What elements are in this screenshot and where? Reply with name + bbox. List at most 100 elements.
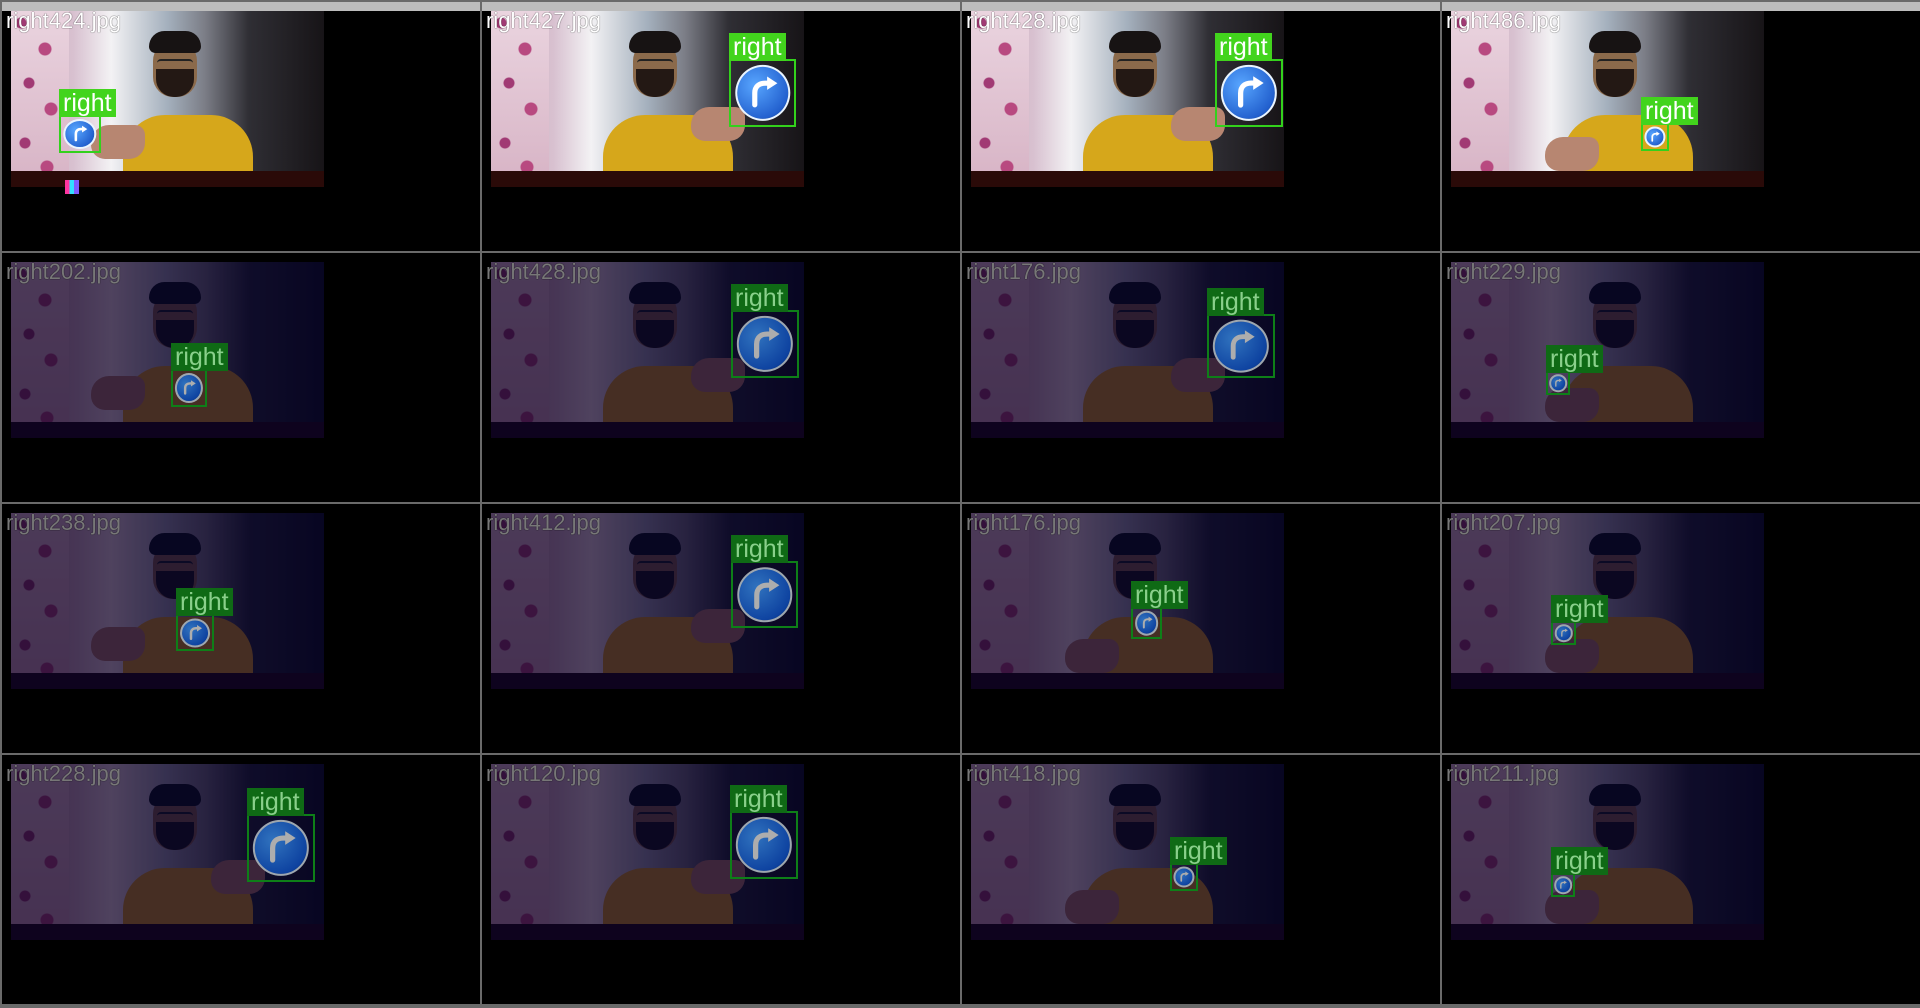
detection-box: right — [59, 89, 116, 153]
grid-cell: right202.jpg right — [2, 253, 480, 502]
camera-photo — [971, 513, 1284, 689]
hand — [91, 376, 145, 410]
detection-box: right — [1215, 33, 1283, 127]
grid-cell: right120.jpg right — [482, 755, 960, 1004]
turn-right-sign-icon — [1554, 876, 1572, 894]
curtain — [1451, 11, 1509, 187]
curtain — [11, 513, 69, 689]
filename-label: right120.jpg — [486, 761, 601, 786]
filename-label: right229.jpg — [1446, 259, 1561, 284]
photo-bottom-band — [491, 673, 804, 689]
filename-label: right428.jpg — [486, 259, 601, 284]
turn-right-sign-icon — [735, 816, 793, 874]
hand — [1065, 890, 1119, 924]
filename-label: right427.jpg — [486, 8, 601, 33]
detection-box: right — [176, 588, 233, 651]
hair — [149, 784, 201, 806]
grid-cell: right428.jpg right — [962, 2, 1440, 251]
detection-label: right — [1207, 288, 1264, 316]
photo-bottom-band — [491, 924, 804, 940]
photo-bottom-band — [491, 422, 804, 438]
hand — [91, 627, 145, 661]
turn-right-sign-icon — [1220, 64, 1278, 122]
curtain — [971, 764, 1029, 940]
hand — [1065, 639, 1119, 673]
curtain — [971, 11, 1029, 187]
grid-cell: right428.jpg right — [482, 253, 960, 502]
detection-box: right — [1546, 345, 1603, 395]
turn-right-sign-icon — [1549, 374, 1567, 392]
detection-box: right — [730, 785, 798, 879]
grid-cell: right238.jpg right — [2, 504, 480, 753]
hair — [629, 31, 681, 53]
curtain — [1451, 262, 1509, 438]
grid-cell: right176.jpg right — [962, 253, 1440, 502]
filename-label: right238.jpg — [6, 510, 121, 535]
detection-label: right — [247, 788, 304, 816]
hair — [149, 282, 201, 304]
hair — [1109, 31, 1161, 53]
detection-label: right — [176, 588, 233, 616]
grid-cell: right486.jpg right — [1442, 2, 1920, 251]
camera-photo — [971, 764, 1284, 940]
curtain — [491, 513, 549, 689]
filename-label: right428.jpg — [966, 8, 1081, 33]
turn-right-sign-icon — [1212, 319, 1270, 373]
turn-right-sign-icon — [1173, 866, 1195, 888]
detection-label: right — [1131, 581, 1188, 609]
image-grid: right424.jpg right right427.jpg right righ… — [0, 0, 1920, 1008]
curtain — [1451, 764, 1509, 940]
turn-right-sign-icon — [1644, 126, 1666, 148]
camera-photo — [11, 11, 324, 187]
detection-label: right — [1551, 595, 1608, 623]
hair — [1589, 784, 1641, 806]
detection-box: right — [731, 535, 798, 628]
turn-right-sign-icon — [1554, 624, 1573, 642]
photo-bottom-band — [11, 673, 324, 689]
photo-bottom-band — [11, 924, 324, 940]
hair — [1109, 784, 1161, 806]
grid-cell: right228.jpg right — [2, 755, 480, 1004]
grid-cell: right211.jpg right — [1442, 755, 1920, 1004]
curtain — [971, 262, 1029, 438]
hair — [1109, 282, 1161, 304]
grid-cell: right427.jpg right — [482, 2, 960, 251]
photo-bottom-band — [971, 673, 1284, 689]
grid-cell: right176.jpg right — [962, 504, 1440, 753]
photo-bottom-band — [11, 422, 324, 438]
grid-cell: right424.jpg right — [2, 2, 480, 251]
filename-label: right176.jpg — [966, 510, 1081, 535]
detection-label: right — [731, 284, 788, 312]
color-artifact — [65, 180, 79, 194]
detection-box: right — [1641, 97, 1698, 151]
detection-box: right — [1551, 847, 1608, 897]
grid-cell: right229.jpg right — [1442, 253, 1920, 502]
camera-photo — [11, 262, 324, 438]
hair — [629, 533, 681, 555]
curtain — [491, 11, 549, 187]
curtain — [11, 764, 69, 940]
detection-label: right — [1546, 345, 1603, 373]
photo-bottom-band — [1451, 422, 1764, 438]
grid-cell: right412.jpg right — [482, 504, 960, 753]
photo-bottom-band — [971, 171, 1284, 187]
detection-box: right — [1207, 288, 1275, 378]
detection-box: right — [1131, 581, 1188, 639]
hair — [1589, 533, 1641, 555]
detection-box: right — [1170, 837, 1227, 891]
photo-bottom-band — [1451, 924, 1764, 940]
detection-label: right — [1641, 97, 1698, 125]
hair — [1109, 533, 1161, 555]
filename-label: right202.jpg — [6, 259, 121, 284]
photo-bottom-band — [971, 924, 1284, 940]
curtain — [1451, 513, 1509, 689]
filename-label: right412.jpg — [486, 510, 601, 535]
filename-label: right211.jpg — [1446, 761, 1560, 786]
hair — [149, 533, 201, 555]
detection-label: right — [729, 33, 786, 61]
turn-right-sign-icon — [736, 315, 794, 373]
hair — [629, 784, 681, 806]
photo-bottom-band — [1451, 673, 1764, 689]
hair — [1589, 31, 1641, 53]
camera-photo — [11, 513, 324, 689]
